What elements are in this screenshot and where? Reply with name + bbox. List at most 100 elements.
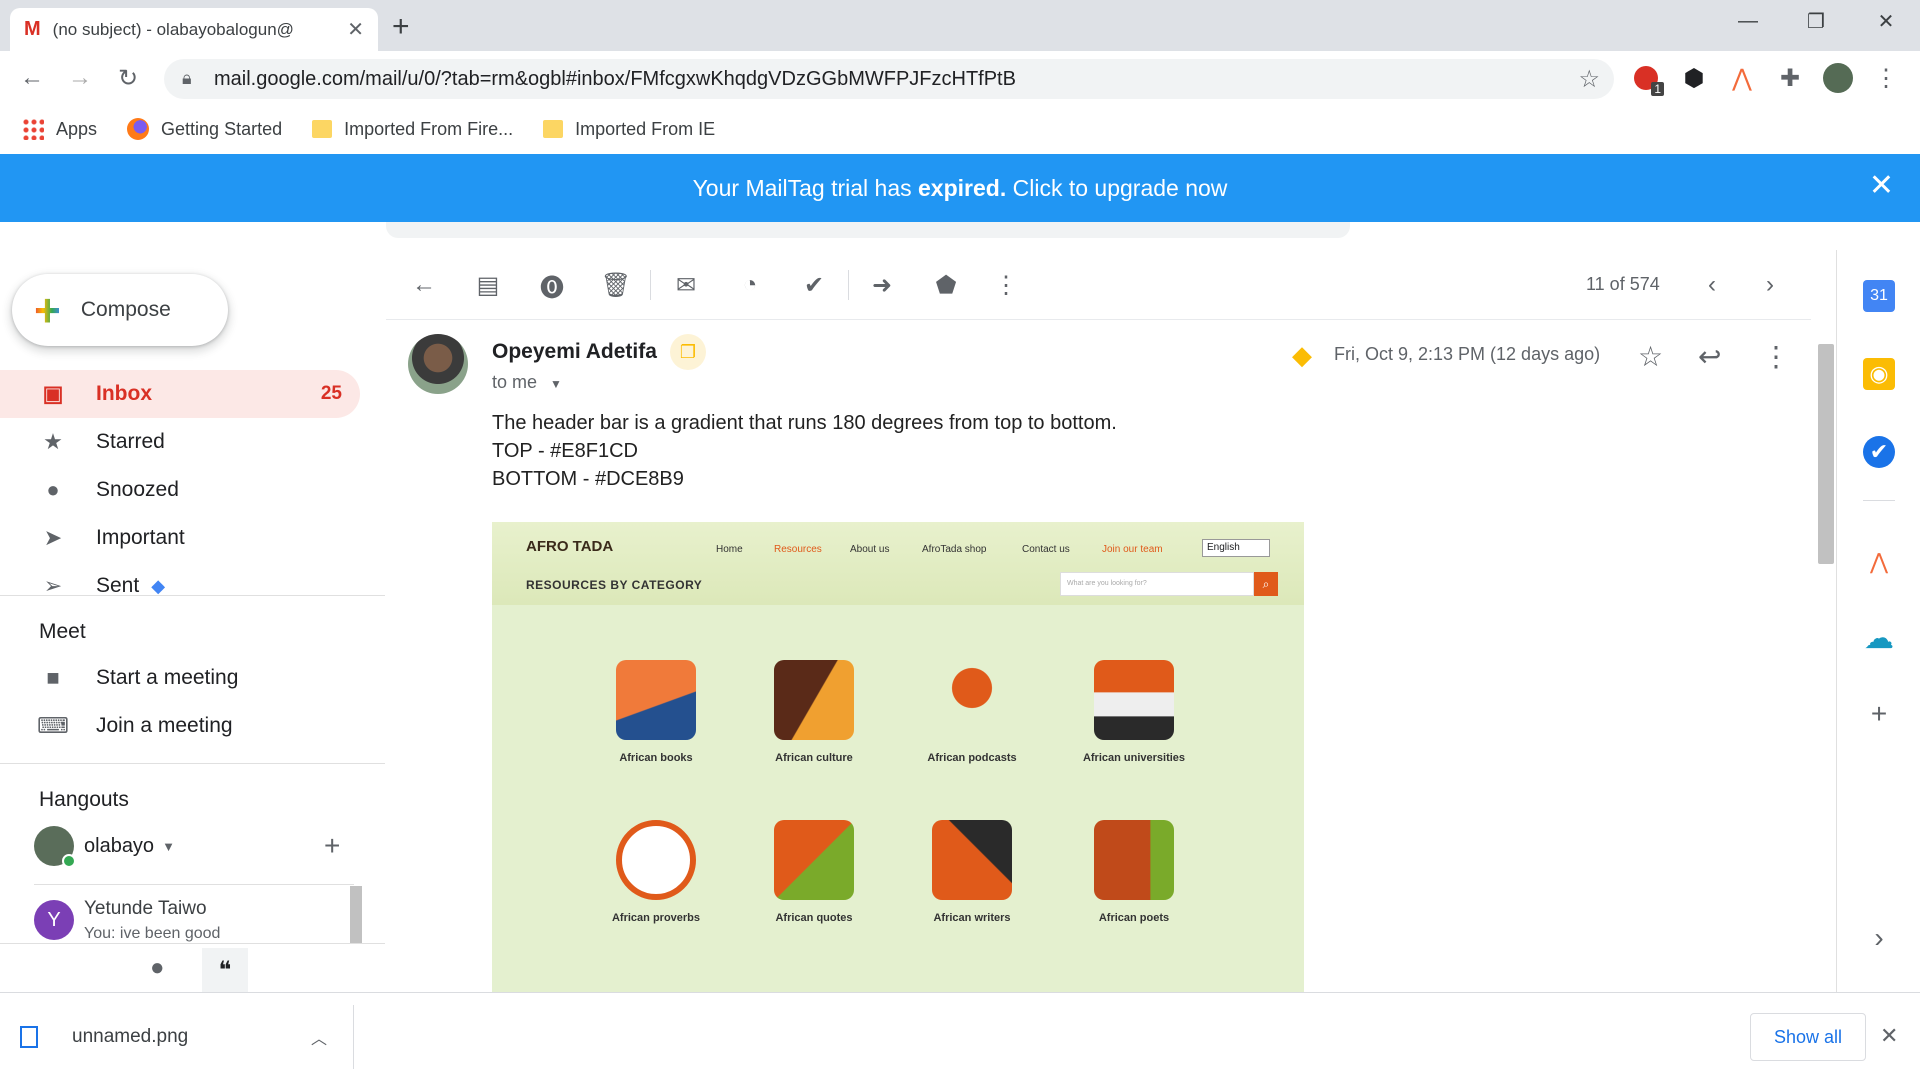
download-chevron-up-icon[interactable]: ︿	[311, 1025, 327, 1049]
extension-cube-icon[interactable]: ⬢	[1676, 60, 1712, 96]
writing-hand-icon	[932, 820, 1012, 900]
sender-name[interactable]: Opeyemi Adetifa	[492, 340, 657, 364]
profile-avatar[interactable]	[1820, 60, 1856, 96]
search-bar[interactable]	[386, 222, 1350, 238]
left-navigation: + Compose ▣ Inbox 25 ★ Starred ● Snoozed…	[0, 250, 385, 992]
mailtag-copy-icon[interactable]: ❐	[670, 334, 706, 370]
hangouts-scrollbar[interactable]	[350, 886, 362, 944]
reply-icon[interactable]: ↩	[1698, 340, 1721, 373]
message-scrollbar[interactable]	[1818, 344, 1834, 564]
mailtag-addon-icon[interactable]: ⋀	[1863, 546, 1895, 578]
bookmark-imported-ie[interactable]: Imported From IE	[543, 119, 715, 140]
nav-divider	[0, 595, 385, 596]
move-to-icon[interactable]: ➜	[864, 267, 900, 303]
older-chevron-icon[interactable]: ›	[1752, 267, 1788, 303]
bookmark-imported-firefox[interactable]: Imported From Fire...	[312, 119, 513, 140]
add-to-tasks-icon[interactable]: ✔	[796, 267, 832, 303]
mailtag-tracking-icon[interactable]: ◆	[1292, 340, 1312, 371]
extension-mailtag-icon[interactable]: ⋀	[1724, 60, 1760, 96]
bookmark-apps[interactable]: Apps	[22, 118, 97, 140]
message-date: Fri, Oct 9, 2:13 PM (12 days ago)	[1334, 344, 1601, 364]
nav-inbox[interactable]: ▣ Inbox 25	[0, 370, 360, 418]
salesforce-icon[interactable]: ☁	[1863, 622, 1895, 655]
message-more-icon[interactable]: ⋮	[1762, 340, 1790, 373]
compose-button[interactable]: + Compose	[12, 274, 228, 346]
embedded-search-icon: ⌕	[1254, 572, 1278, 596]
extensions-puzzle-icon[interactable]: ✚	[1772, 60, 1808, 96]
restore-icon[interactable]: ❐	[1786, 6, 1846, 36]
address-bar[interactable]: 🔒︎ mail.google.com/mail/u/0/?tab=rm&ogbl…	[164, 59, 1614, 99]
hangouts-user[interactable]: olabayo ▼	[34, 826, 175, 868]
get-addons-icon[interactable]: +	[1863, 698, 1895, 730]
action-separator	[848, 270, 849, 300]
show-all-downloads-button[interactable]: Show all	[1750, 1013, 1866, 1061]
more-options-icon[interactable]: ⋮	[988, 267, 1024, 303]
folder-icon	[312, 120, 333, 138]
keep-icon[interactable]: ◉	[1863, 358, 1895, 390]
calendar-icon[interactable]: 31	[1863, 280, 1895, 312]
new-tab-button[interactable]: +	[392, 10, 410, 44]
scroll-quill-icon	[1094, 820, 1174, 900]
recipient-summary[interactable]: to me ▼	[492, 372, 562, 393]
online-status-dot	[62, 854, 76, 868]
extension-badge: 1	[1651, 82, 1664, 96]
close-download-shelf-icon[interactable]: ✕	[1880, 1023, 1898, 1049]
delete-icon[interactable]: 🗑︎	[598, 267, 634, 303]
download-filename: unnamed.png	[72, 1026, 189, 1047]
banner-close-icon[interactable]: ✕	[1869, 168, 1894, 203]
embedded-image[interactable]: AFRO TADA Home Resources About us AfroTa…	[492, 522, 1304, 992]
category-african-podcasts: African podcasts	[892, 660, 1052, 764]
recipient-dropdown-icon[interactable]: ▼	[550, 377, 562, 391]
side-panel-expand-icon[interactable]: ›	[1863, 922, 1895, 954]
nav-important[interactable]: ➤ Important	[0, 514, 360, 562]
start-meeting[interactable]: ■ Start a meeting	[0, 654, 360, 702]
forward-icon[interactable]: →	[62, 60, 98, 96]
extension-adblock-icon[interactable]: 1	[1628, 60, 1664, 96]
side-panel: 31 ◉ ✔ ⋀ ☁ + ›	[1836, 250, 1920, 992]
hangouts-chat-icon[interactable]: ❝	[202, 948, 248, 992]
bookmark-getting-started[interactable]: Getting Started	[127, 118, 282, 140]
newer-chevron-icon[interactable]: ‹	[1694, 267, 1730, 303]
banner-prefix: Your MailTag trial has	[692, 174, 919, 201]
body-line-1: The header bar is a gradient that runs 1…	[492, 412, 1117, 434]
bottom-divider	[0, 943, 385, 944]
close-tab-icon[interactable]: ✕	[347, 17, 364, 42]
nav-sent[interactable]: ➢ Sent ◆	[0, 562, 360, 610]
join-meeting[interactable]: ⌨ Join a meeting	[0, 702, 360, 750]
download-shelf: unnamed.png ︿ Show all ✕	[0, 992, 1920, 1080]
back-to-inbox-icon[interactable]: ←	[406, 267, 442, 303]
minimize-icon[interactable]: —	[1718, 6, 1778, 36]
back-icon[interactable]: ←	[14, 60, 50, 96]
embedded-nav-resources: Resources	[774, 544, 822, 555]
hangouts-contact[interactable]: Y Yetunde Taiwo You: ive been good	[34, 892, 354, 948]
browser-tab[interactable]: M (no subject) - olabayobalogun@ ✕	[10, 8, 378, 51]
archive-icon[interactable]: ▤	[470, 267, 506, 303]
hangouts-divider	[34, 884, 354, 885]
new-conversation-icon[interactable]: +	[324, 830, 340, 862]
firefox-icon	[127, 118, 150, 140]
mark-unread-icon[interactable]: ✉	[668, 267, 704, 303]
apps-grid-icon	[22, 118, 44, 140]
graduation-books-icon	[1094, 660, 1174, 740]
download-item[interactable]: unnamed.png ︿	[20, 1005, 354, 1069]
chrome-menu-icon[interactable]: ⋮	[1868, 60, 1904, 96]
label-icon[interactable]: ⬟	[928, 267, 964, 303]
reload-icon[interactable]: ↻	[110, 60, 146, 96]
report-spam-icon[interactable]: ⓿	[534, 267, 570, 303]
snooze-icon[interactable]: ◔	[732, 267, 768, 303]
star-message-icon[interactable]: ☆	[1638, 340, 1663, 373]
hangouts-title: Hangouts	[39, 788, 129, 811]
mailtag-upgrade-banner[interactable]: Your MailTag trial has expired. Click to…	[0, 154, 1920, 222]
window-close-icon[interactable]: ✕	[1856, 6, 1916, 36]
nav-snoozed[interactable]: ● Snoozed	[0, 466, 360, 514]
nav-starred[interactable]: ★ Starred	[0, 418, 360, 466]
tasks-icon[interactable]: ✔	[1863, 436, 1895, 468]
contacts-person-icon[interactable]: ●	[150, 954, 165, 982]
category-african-quotes: African quotes	[734, 820, 894, 924]
embedded-nav-home: Home	[716, 544, 743, 555]
afrotada-logo: AFRO TADA	[526, 538, 614, 555]
sender-avatar[interactable]	[408, 334, 468, 394]
image-file-icon	[20, 1026, 38, 1048]
bookmark-star-icon[interactable]: ☆	[1578, 65, 1600, 94]
drum-icon	[774, 660, 854, 740]
